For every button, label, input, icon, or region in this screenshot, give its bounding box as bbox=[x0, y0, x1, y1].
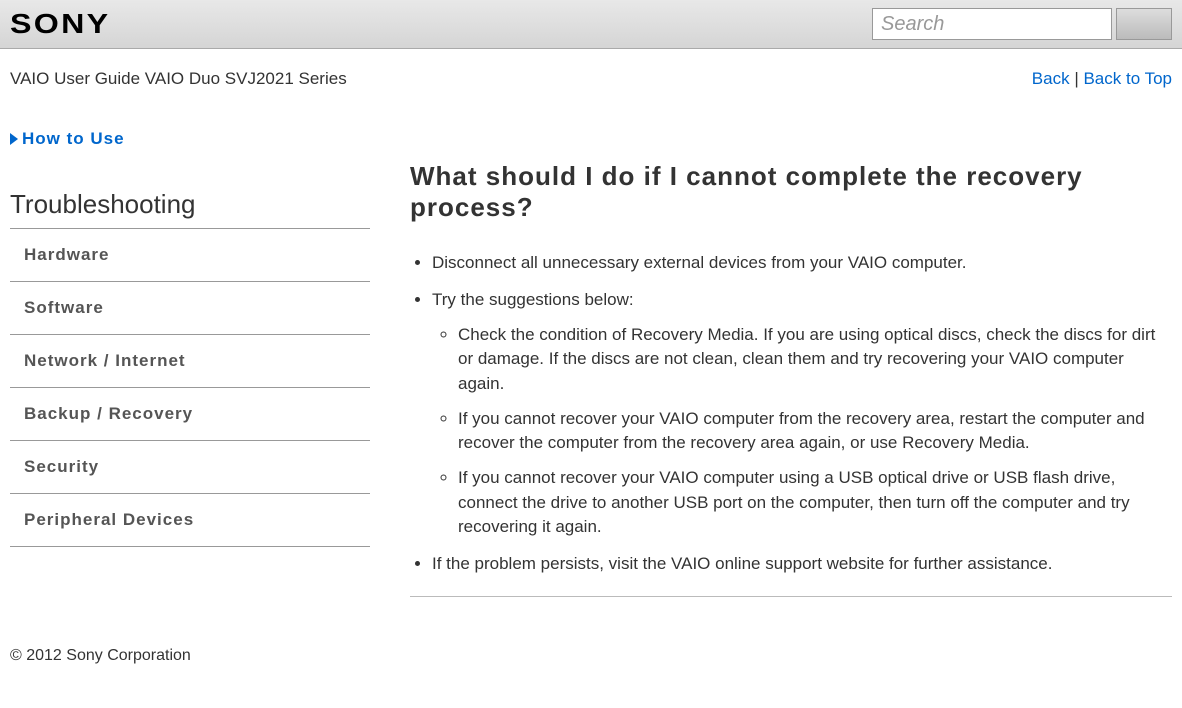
sidebar-item-backup-recovery[interactable]: Backup / Recovery bbox=[10, 388, 370, 441]
search-button[interactable] bbox=[1116, 8, 1172, 40]
main-article: What should I do if I cannot complete th… bbox=[410, 129, 1172, 597]
header-bar: SONY bbox=[0, 0, 1182, 49]
back-to-top-link[interactable]: Back to Top bbox=[1083, 69, 1172, 88]
list-item: Disconnect all unnecessary external devi… bbox=[432, 251, 1172, 276]
link-separator: | bbox=[1070, 69, 1084, 88]
list-item: If the problem persists, visit the VAIO … bbox=[432, 552, 1172, 577]
list-item-text: Try the suggestions below: bbox=[432, 290, 634, 309]
how-to-use-link[interactable]: How to Use bbox=[10, 129, 370, 149]
article-list: Disconnect all unnecessary external devi… bbox=[410, 251, 1172, 576]
sidebar-section-title: Troubleshooting bbox=[10, 189, 370, 229]
list-item: Try the suggestions below: Check the con… bbox=[432, 288, 1172, 540]
copyright-text: © 2012 Sony Corporation bbox=[10, 647, 191, 664]
arrow-right-icon bbox=[10, 133, 18, 145]
article-title: What should I do if I cannot complete th… bbox=[410, 161, 1172, 223]
breadcrumb-row: VAIO User Guide VAIO Duo SVJ2021 Series … bbox=[0, 49, 1182, 99]
sidebar-item-network[interactable]: Network / Internet bbox=[10, 335, 370, 388]
sidebar-item-peripheral[interactable]: Peripheral Devices bbox=[10, 494, 370, 547]
list-item: If you cannot recover your VAIO computer… bbox=[458, 407, 1172, 456]
how-to-use-label: How to Use bbox=[22, 129, 125, 149]
sidebar-item-hardware[interactable]: Hardware bbox=[10, 229, 370, 282]
breadcrumb: VAIO User Guide VAIO Duo SVJ2021 Series bbox=[10, 69, 347, 89]
sony-logo: SONY bbox=[10, 8, 110, 40]
content-wrap: How to Use Troubleshooting Hardware Soft… bbox=[0, 99, 1182, 617]
list-item: Check the condition of Recovery Media. I… bbox=[458, 323, 1172, 397]
sidebar-item-software[interactable]: Software bbox=[10, 282, 370, 335]
article-sublist: Check the condition of Recovery Media. I… bbox=[432, 323, 1172, 540]
sidebar: How to Use Troubleshooting Hardware Soft… bbox=[10, 129, 370, 597]
article-divider bbox=[410, 596, 1172, 597]
search-form bbox=[872, 8, 1172, 40]
sidebar-item-security[interactable]: Security bbox=[10, 441, 370, 494]
list-item: If you cannot recover your VAIO computer… bbox=[458, 466, 1172, 540]
footer: © 2012 Sony Corporation bbox=[0, 617, 1182, 685]
top-links: Back | Back to Top bbox=[1032, 69, 1172, 89]
back-link[interactable]: Back bbox=[1032, 69, 1070, 88]
search-input[interactable] bbox=[872, 8, 1112, 40]
